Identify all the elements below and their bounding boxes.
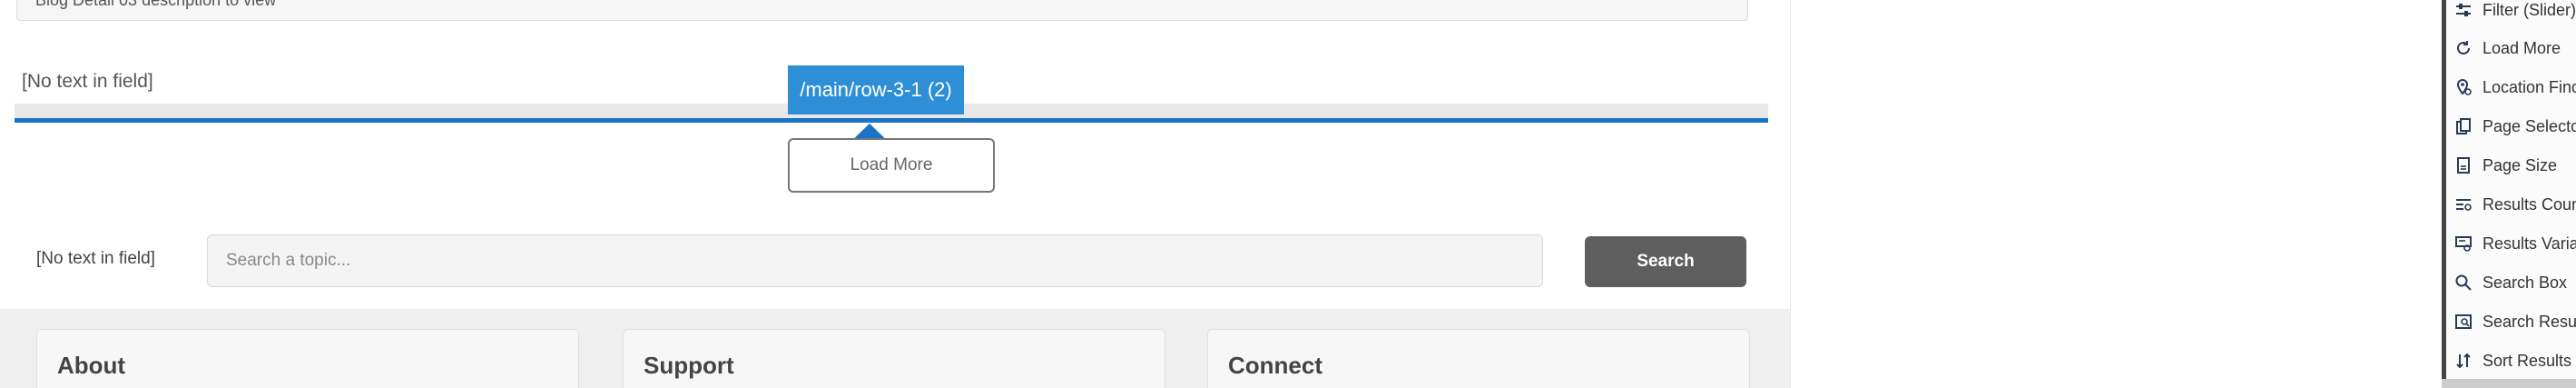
footer-column-support: Support (623, 329, 1165, 388)
search-label-empty[interactable]: [No text in field] (36, 249, 155, 269)
editor-workspace (1790, 0, 2442, 388)
description-text: Blog Detail 03 description to view (35, 0, 277, 9)
panel-item-label: Page Selector (2483, 116, 2576, 135)
panel-item-search-results[interactable]: Search Results (2453, 308, 2576, 335)
footer-heading-about: About (57, 352, 126, 379)
panel-item-label: Results Count (2483, 194, 2576, 214)
panel-item-filter-slider[interactable]: Filter (Slider) (2453, 0, 2576, 24)
search-icon (2453, 273, 2473, 293)
component-panel: Filter (Slider) Load More Location Finde… (2442, 0, 2576, 388)
panel-item-label: Search Results (2483, 312, 2576, 331)
footer-heading-connect: Connect (1228, 352, 1322, 379)
panel-item-page-selector[interactable]: Page Selector (2453, 113, 2576, 140)
page-selector-icon (2453, 116, 2473, 136)
panel-item-results-count[interactable]: Results Count (2453, 191, 2576, 218)
results-count-icon (2453, 194, 2473, 214)
footer-heading-support: Support (644, 352, 734, 379)
panel-item-page-size[interactable]: Page Size (2453, 152, 2557, 179)
footer: About Support Connect (0, 309, 1790, 388)
panel-item-label: Sort Results (2483, 351, 2572, 370)
screen: Blog Detail 03 description to view [No t… (0, 0, 2576, 388)
panel-item-search-box[interactable]: Search Box (2453, 269, 2567, 296)
results-variant-icon (2453, 234, 2473, 254)
panel-item-label: Load More (2483, 38, 2561, 57)
search-button[interactable]: Search (1585, 236, 1746, 287)
panel-item-results-variant[interactable]: Results Variant (2453, 230, 2576, 257)
search-input[interactable]: Search a topic... (207, 234, 1543, 287)
description-field[interactable]: Blog Detail 03 description to view (16, 0, 1748, 21)
page-size-icon (2453, 155, 2473, 175)
panel-item-load-more[interactable]: Load More (2453, 35, 2561, 62)
panel-item-label: Location Finder (2483, 77, 2576, 96)
panel-item-label: Page Size (2483, 155, 2558, 174)
sort-icon (2453, 351, 2473, 371)
panel-item-location-finder[interactable]: Location Finder (2453, 74, 2576, 101)
panel-item-label: Filter (Slider) (2483, 0, 2576, 19)
location-pin-icon (2453, 77, 2473, 97)
panel-item-sort-results[interactable]: Sort Results (2453, 347, 2571, 374)
footer-column-connect: Connect (1207, 329, 1750, 388)
load-more-button[interactable]: Load More (788, 138, 995, 193)
panel-scrollbar[interactable] (2442, 379, 2576, 388)
empty-text-field[interactable]: [No text in field] (22, 71, 153, 93)
page-canvas: Blog Detail 03 description to view [No t… (0, 0, 1790, 388)
panel-item-label: Results Variant (2483, 234, 2576, 253)
footer-column-about: About (36, 329, 579, 388)
search-results-icon (2453, 312, 2473, 332)
refresh-icon (2453, 38, 2473, 58)
slider-filter-icon (2453, 0, 2473, 20)
row-selection-line (15, 118, 1768, 123)
panel-item-label: Search Box (2483, 273, 2568, 292)
row-path-tag[interactable]: /main/row-3-1 (2) (788, 65, 964, 114)
